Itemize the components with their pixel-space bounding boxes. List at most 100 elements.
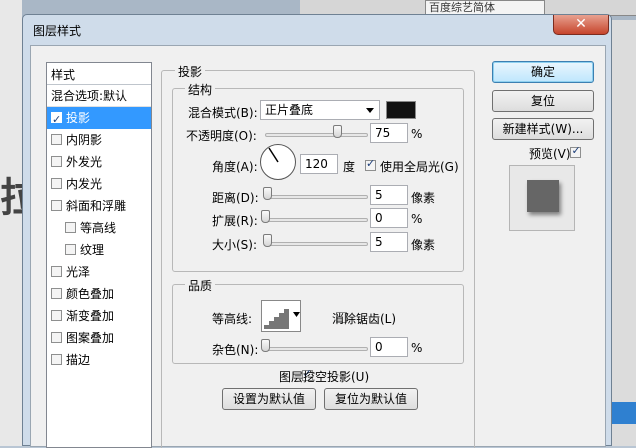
style-item[interactable]: 内阴影 [47,129,151,151]
style-item-checkbox[interactable] [51,200,62,211]
style-item[interactable]: 颜色叠加 [47,283,151,305]
dialog-title: 图层样式 [33,24,82,38]
style-item[interactable]: 渐变叠加 [47,305,151,327]
size-unit: 像素 [411,238,436,252]
angle-unit: 度 [343,160,356,174]
opacity-label: 不透明度(O): [186,129,257,143]
global-light-label: 使用全局光(G) [380,160,459,174]
close-button[interactable]: ✕ [553,15,609,35]
style-item-checkbox[interactable] [65,244,76,255]
noise-slider-track[interactable] [265,347,368,351]
noise-unit: % [411,341,423,355]
new-style-button[interactable]: 新建样式(W)... [492,118,594,140]
style-item-label: 等高线 [80,221,117,235]
style-item[interactable]: 图案叠加 [47,327,151,349]
style-item[interactable]: 投影 [47,107,151,131]
preview-checkbox[interactable] [570,144,582,158]
reset-button[interactable]: 复位 [492,90,594,112]
opacity-slider-track[interactable] [265,133,368,137]
spread-unit: % [411,212,423,226]
background-left-panel [0,0,22,446]
style-item-label: 渐变叠加 [66,309,115,323]
preview-label: 预览(V) [529,147,571,161]
style-item-checkbox[interactable] [51,156,62,167]
size-slider-track[interactable] [265,242,368,246]
background-font-field: 百度综艺简体 [425,0,545,15]
reset-default-button[interactable]: 复位为默认值 [324,388,418,410]
style-item-checkbox[interactable] [65,222,76,233]
style-item-label: 纹理 [80,243,105,257]
style-item[interactable]: 内发光 [47,173,151,195]
style-item-label: 斜面和浮雕 [66,199,127,213]
knockout-label: 图层挖空投影(U) [279,370,370,384]
style-item[interactable]: 等高线 [47,217,151,239]
style-item-checkbox[interactable] [51,109,62,131]
preview-thumbnail [527,180,559,212]
style-item-checkbox[interactable] [51,178,62,189]
style-item-checkbox[interactable] [51,310,62,321]
distance-slider-thumb[interactable] [263,187,272,200]
set-default-button[interactable]: 设置为默认值 [222,388,316,410]
ok-button[interactable]: 确定 [492,61,594,83]
opacity-input[interactable]: 75 [370,123,408,143]
blend-options-row[interactable]: 混合选项:默认 [47,85,151,107]
distance-input[interactable]: 5 [370,185,408,205]
style-item-label: 内阴影 [66,133,103,147]
contour-label: 等高线: [212,312,253,326]
dialog-titlebar[interactable]: 图层样式 ✕ [23,15,611,45]
style-list: 样式 混合选项:默认 投影内阴影外发光内发光斜面和浮雕等高线纹理光泽颜色叠加渐变… [46,62,152,448]
size-slider-thumb[interactable] [263,234,272,247]
style-item-label: 图案叠加 [66,331,115,345]
style-item-label: 外发光 [66,155,103,169]
noise-slider-thumb[interactable] [261,339,270,352]
style-item-label: 投影 [66,111,91,125]
angle-input[interactable]: 120 [300,154,338,174]
style-item[interactable]: 光泽 [47,261,151,283]
style-item-checkbox[interactable] [51,354,62,365]
style-item[interactable]: 描边 [47,349,151,371]
distance-unit: 像素 [411,191,436,205]
style-item[interactable]: 纹理 [47,239,151,261]
antialias-label: 消除锯齿(L) [332,312,397,326]
angle-needle-icon [268,147,279,163]
close-icon: ✕ [575,16,587,32]
dialog-client-area: 样式 混合选项:默认 投影内阴影外发光内发光斜面和浮雕等高线纹理光泽颜色叠加渐变… [30,45,606,448]
style-item-checkbox[interactable] [51,266,62,277]
style-item-label: 描边 [66,353,91,367]
style-preview [509,165,575,231]
spread-input[interactable]: 0 [370,208,408,228]
style-item-label: 光泽 [66,265,91,279]
opacity-slider-thumb[interactable] [333,125,342,138]
opacity-unit: % [411,127,423,141]
shadow-color-swatch[interactable] [386,101,416,119]
distance-label: 距离(D): [212,191,259,205]
size-input[interactable]: 5 [370,232,408,252]
blend-mode-value: 正片叠底 [265,103,314,117]
contour-picker[interactable] [261,300,301,332]
style-item[interactable]: 斜面和浮雕 [47,195,151,217]
blend-mode-select[interactable]: 正片叠底 [260,100,380,120]
layer-style-dialog: 图层样式 ✕ 样式 混合选项:默认 投影内阴影外发光内发光斜面和浮雕等高线纹理光… [22,14,612,448]
style-items: 投影内阴影外发光内发光斜面和浮雕等高线纹理光泽颜色叠加渐变叠加图案叠加描边 [47,107,151,371]
style-item-checkbox[interactable] [51,288,62,299]
drop-shadow-title: 投影 [175,63,206,80]
structure-title: 结构 [185,81,216,98]
contour-curve-icon [264,309,300,329]
noise-label: 杂色(N): [212,343,259,357]
chevron-down-icon [366,108,374,113]
style-item-label: 内发光 [66,177,103,191]
style-item-label: 颜色叠加 [66,287,115,301]
style-item-checkbox[interactable] [51,332,62,343]
style-item[interactable]: 外发光 [47,151,151,173]
distance-slider-track[interactable] [265,195,368,199]
blend-mode-label: 混合模式(B): [188,106,258,120]
spread-slider-thumb[interactable] [261,210,270,223]
style-item-checkbox[interactable] [51,134,62,145]
size-label: 大小(S): [212,238,258,252]
noise-input[interactable]: 0 [370,337,408,357]
global-light-checkbox[interactable] [365,157,376,171]
spread-label: 扩展(R): [212,214,258,228]
spread-slider-track[interactable] [265,218,368,222]
style-list-header[interactable]: 样式 [47,63,151,85]
angle-dial[interactable] [260,144,296,180]
